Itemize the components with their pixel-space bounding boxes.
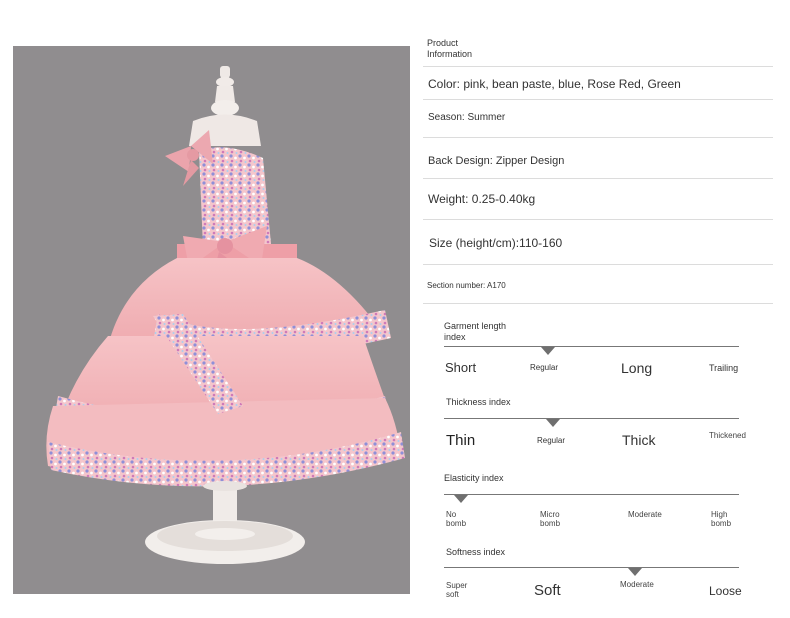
divider bbox=[423, 219, 773, 220]
elasticity-label-high-bomb: High bomb bbox=[711, 510, 732, 528]
spec-weight: Weight: 0.25-0.40kg bbox=[428, 192, 536, 206]
thickness-label-thickened: Thickened bbox=[709, 431, 746, 440]
softness-scale bbox=[444, 567, 739, 568]
thickness-label-thin: Thin bbox=[446, 432, 476, 449]
divider bbox=[423, 66, 773, 67]
softness-label-loose: Loose bbox=[709, 584, 742, 598]
spec-season: Season: Summer bbox=[428, 112, 506, 123]
divider bbox=[423, 264, 773, 265]
dress-illustration bbox=[46, 66, 405, 564]
divider bbox=[423, 137, 773, 138]
elasticity-label-moderate: Moderate bbox=[628, 510, 662, 519]
garment-length-label-short: Short bbox=[445, 360, 477, 375]
spec-back-design: Back Design: Zipper Design bbox=[428, 155, 565, 167]
garment-length-index-title: Garment length index bbox=[444, 321, 507, 342]
divider bbox=[423, 99, 773, 100]
thickness-index-title: Thickness index bbox=[446, 397, 511, 407]
elasticity-index-title: Elasticity index bbox=[444, 473, 504, 483]
garment-length-marker bbox=[541, 347, 555, 355]
softness-index-title: Softness index bbox=[446, 547, 506, 557]
elasticity-scale bbox=[444, 494, 739, 495]
divider bbox=[423, 303, 773, 304]
elasticity-label-micro-bomb: Micro bomb bbox=[540, 510, 561, 528]
product-photo bbox=[13, 46, 410, 594]
garment-length-label-regular: Regular bbox=[530, 363, 559, 372]
elasticity-label-no-bomb: No bomb bbox=[446, 510, 467, 528]
spec-color: Color: pink, bean paste, blue, Rose Red,… bbox=[428, 77, 681, 91]
softness-label-super-soft: Super soft bbox=[446, 581, 468, 599]
product-information-heading: Product Information bbox=[427, 38, 473, 59]
softness-marker bbox=[628, 568, 642, 576]
thickness-label-regular: Regular bbox=[537, 436, 566, 445]
softness-label-soft: Soft bbox=[534, 582, 561, 599]
thickness-scale bbox=[444, 418, 739, 419]
spec-size: Size (height/cm):110-160 bbox=[429, 236, 563, 250]
thickness-label-thick: Thick bbox=[622, 432, 656, 448]
garment-length-label-trailing: Trailing bbox=[709, 363, 739, 373]
divider bbox=[423, 178, 773, 179]
garment-length-label-long: Long bbox=[621, 360, 653, 376]
garment-length-scale bbox=[444, 346, 739, 347]
thickness-marker bbox=[546, 419, 560, 427]
elasticity-marker bbox=[454, 495, 468, 503]
spec-section-number: Section number: A170 bbox=[427, 281, 506, 290]
softness-label-moderate: Moderate bbox=[620, 580, 654, 589]
